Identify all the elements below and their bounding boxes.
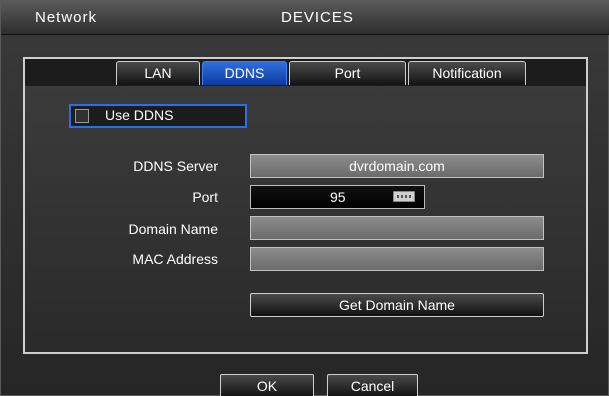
- ok-button[interactable]: OK: [220, 374, 314, 396]
- use-ddns-label: Use DDNS: [105, 107, 174, 123]
- ddns-server-label: DDNS Server: [133, 158, 218, 174]
- domain-name-field[interactable]: [250, 216, 544, 240]
- tab-port[interactable]: Port: [289, 61, 406, 85]
- section-label: Network: [35, 9, 98, 26]
- tab-notification[interactable]: Notification: [408, 61, 526, 85]
- port-label: Port: [192, 189, 218, 205]
- port-value: 95: [330, 189, 346, 205]
- mac-address-label: MAC Address: [132, 251, 218, 267]
- mac-address-field[interactable]: [250, 247, 544, 271]
- title-bar: Network DEVICES: [1, 1, 609, 35]
- tab-lan[interactable]: LAN: [116, 61, 200, 85]
- ddns-server-field[interactable]: dvrdomain.com: [250, 154, 544, 178]
- use-ddns-checkbox[interactable]: [75, 109, 89, 123]
- keyboard-icon[interactable]: [393, 191, 415, 202]
- tab-ddns[interactable]: DDNS: [202, 61, 287, 85]
- window-title: DEVICES: [281, 9, 354, 26]
- cancel-button[interactable]: Cancel: [327, 374, 418, 396]
- domain-name-label: Domain Name: [128, 221, 218, 237]
- devices-window: Network DEVICES LAN DDNS Port Notificati…: [0, 0, 609, 396]
- get-domain-name-button[interactable]: Get Domain Name: [250, 293, 544, 317]
